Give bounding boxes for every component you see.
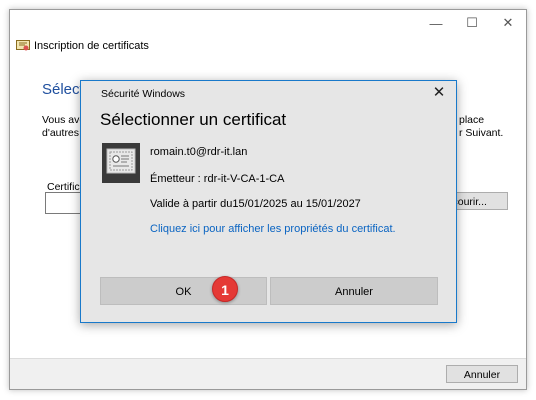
maximize-icon[interactable]: ☐ xyxy=(454,10,490,36)
close-icon[interactable]: ✕ xyxy=(431,85,447,101)
wizard-text-line: Vous ave xyxy=(42,114,86,126)
certificate-validity: Valide à partir du15/01/2025 au 15/01/20… xyxy=(150,198,361,210)
wizard-title: Inscription de certificats xyxy=(34,40,149,52)
wizard-text-line: place xyxy=(459,114,485,126)
wizard-title-bar: Inscription de certificats xyxy=(16,40,149,52)
ok-button[interactable]: OK xyxy=(100,277,267,305)
certificate-enroll-icon xyxy=(16,40,30,51)
wizard-text-line: d'autres xyxy=(42,127,80,139)
wizard-text-line: r Suivant. xyxy=(459,127,504,139)
minimize-icon[interactable]: — xyxy=(418,10,454,36)
wizard-description-right: place r Suivant. xyxy=(459,114,503,140)
cancel-button[interactable]: Annuler xyxy=(270,277,438,305)
wizard-description-left: Vous ave d'autres xyxy=(42,114,85,140)
dialog-heading: Sélectionner un certificat xyxy=(100,110,287,129)
windows-security-dialog: Sécurité Windows ✕ Sélectionner un certi… xyxy=(80,80,457,323)
step-badge: 1 xyxy=(212,276,238,302)
certificate-issuer: Émetteur : rdr-it-V-CA-1-CA xyxy=(150,173,285,185)
wizard-footer: Annuler xyxy=(10,358,526,389)
certificate-icon[interactable] xyxy=(102,143,140,183)
window-caption-buttons: — ☐ ✕ xyxy=(418,10,526,36)
certificate-properties-link[interactable]: Cliquez ici pour afficher les propriétés… xyxy=(150,222,400,237)
wizard-cancel-button[interactable]: Annuler xyxy=(446,365,518,383)
dialog-title: Sécurité Windows xyxy=(101,88,186,100)
certificate-subject: romain.t0@rdr-it.lan xyxy=(150,146,248,158)
close-icon[interactable]: ✕ xyxy=(490,10,526,36)
